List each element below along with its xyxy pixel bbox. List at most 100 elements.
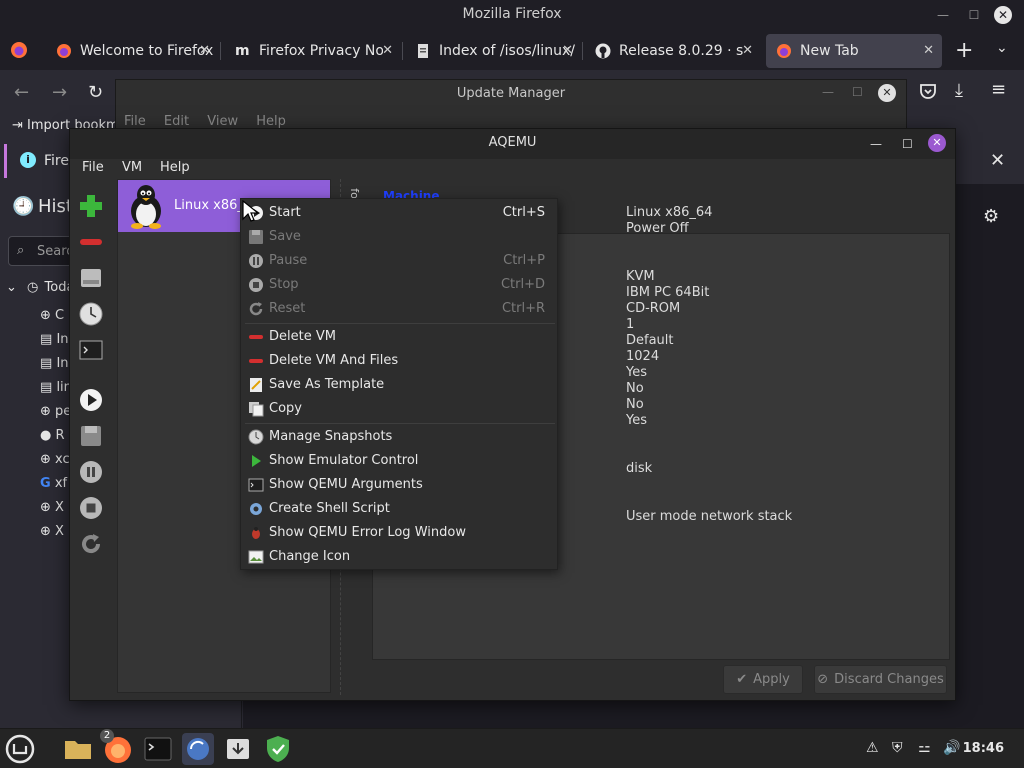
notification-close-icon[interactable]: ✕ xyxy=(990,150,1005,171)
menu-file[interactable]: File xyxy=(124,114,146,129)
history-item[interactable]: ● R xyxy=(40,424,72,448)
history-item[interactable]: G xf xyxy=(40,472,72,496)
close-icon[interactable]: ✕ xyxy=(994,6,1012,24)
menu-item-pause[interactable]: Pause Ctrl+P xyxy=(241,249,559,273)
files-folder-icon[interactable] xyxy=(62,733,94,765)
settings-gear-icon[interactable]: ⚙ xyxy=(983,206,999,227)
menu-item-delete-vm[interactable]: Delete VM xyxy=(241,325,559,349)
close-icon[interactable]: ✕ xyxy=(878,84,896,102)
pause-icon[interactable] xyxy=(78,459,104,485)
menu-item-show-error-log[interactable]: Show QEMU Error Log Window xyxy=(241,521,559,545)
maximize-icon[interactable]: ☐ xyxy=(852,85,863,99)
tab-close-icon[interactable]: ✕ xyxy=(923,43,934,58)
download-manager-icon[interactable] xyxy=(222,733,254,765)
history-item[interactable]: ⊕ X xyxy=(40,520,72,544)
menu-edit[interactable]: Edit xyxy=(164,114,189,129)
menu-item-save-as-template[interactable]: Save As Template xyxy=(241,373,559,397)
menu-file[interactable]: File xyxy=(82,160,104,175)
tab-list-chevron-icon[interactable]: ⌄ xyxy=(996,40,1008,56)
firefox-taskbar-icon[interactable]: 2 xyxy=(100,729,134,765)
discard-changes-button[interactable]: ⊘ Discard Changes xyxy=(814,665,947,694)
close-icon[interactable]: ✕ xyxy=(928,134,946,152)
menu-item-copy[interactable]: Copy xyxy=(241,397,559,421)
mint-menu-icon[interactable] xyxy=(4,733,36,765)
menu-help[interactable]: Help xyxy=(160,160,190,175)
history-item[interactable]: ▤ In xyxy=(40,328,72,352)
maximize-icon[interactable]: ☐ xyxy=(965,6,983,24)
machine-type-value: IBM PC 64Bit xyxy=(626,285,710,300)
maximize-icon[interactable]: ☐ xyxy=(902,130,913,158)
menu-item-manage-snapshots[interactable]: Manage Snapshots xyxy=(241,425,559,449)
history-item[interactable]: ▤ In xyxy=(40,352,72,376)
page-icon: ▤ xyxy=(40,380,53,395)
tab-welcome[interactable]: Welcome to Firefox ✕ xyxy=(46,34,218,68)
globe-icon: ⊕ xyxy=(40,524,51,539)
shield-taskbar-icon[interactable] xyxy=(262,733,294,765)
pocket-icon[interactable] xyxy=(919,82,937,100)
tab-close-icon[interactable]: ✕ xyxy=(742,43,753,58)
firefox-menu-icon[interactable] xyxy=(10,41,28,59)
add-vm-icon[interactable] xyxy=(78,193,104,219)
import-icon: ⇥ xyxy=(12,118,23,133)
option-value: Yes xyxy=(626,413,647,428)
tab-close-icon[interactable]: ✕ xyxy=(562,43,573,58)
save-icon[interactable] xyxy=(78,423,104,449)
history-item[interactable]: ▤ lin xyxy=(40,376,72,400)
tab-index-isos[interactable]: Index of /isos/linux/ ✕ xyxy=(405,34,581,68)
tab-new[interactable]: New Tab ✕ xyxy=(766,34,942,68)
tab-close-icon[interactable]: ✕ xyxy=(382,43,393,58)
menu-item-stop[interactable]: Stop Ctrl+D xyxy=(241,273,559,297)
forward-arrow-icon[interactable]: → xyxy=(52,82,67,103)
reset-icon[interactable] xyxy=(78,531,104,557)
menu-help[interactable]: Help xyxy=(256,114,286,129)
menu-item-create-shell-script[interactable]: Create Shell Script xyxy=(241,497,559,521)
hamburger-menu-icon[interactable]: ≡ xyxy=(991,79,1006,100)
download-icon[interactable]: ⤓ xyxy=(955,80,963,101)
menu-item-change-icon[interactable]: Change Icon xyxy=(241,545,559,569)
clock[interactable]: 18:46 xyxy=(963,741,1004,756)
menu-item-delete-vm-and-files[interactable]: Delete VM And Files xyxy=(241,349,559,373)
history-item[interactable]: ⊕ C xyxy=(40,304,72,328)
template-icon xyxy=(250,378,262,392)
menu-item-show-emulator-control[interactable]: Show Emulator Control xyxy=(241,449,559,473)
aqemu-titlebar: AQEMU — ☐ ✕ xyxy=(70,129,955,159)
history-item[interactable]: ⊕ X xyxy=(40,496,72,520)
volume-tray-icon[interactable]: 🔊 xyxy=(943,740,960,756)
option-value: Yes xyxy=(626,365,647,380)
menu-item-save[interactable]: Save xyxy=(241,225,559,249)
apply-button[interactable]: ✔ Apply xyxy=(723,665,803,694)
update-shield-tray-icon[interactable]: ⛨ xyxy=(892,740,903,756)
update-manager-taskbar-icon[interactable] xyxy=(182,733,214,765)
clock-icon[interactable] xyxy=(78,301,104,327)
tab-release[interactable]: Release 8.0.29 · subl ✕ xyxy=(585,34,761,68)
google-icon: G xyxy=(40,476,51,491)
reset-icon xyxy=(249,302,263,316)
tab-close-icon[interactable]: ✕ xyxy=(199,43,210,58)
menu-vm[interactable]: VM xyxy=(122,160,142,175)
menu-item-show-qemu-arguments[interactable]: Show QEMU Arguments xyxy=(241,473,559,497)
menu-item-reset[interactable]: Reset Ctrl+R xyxy=(241,297,559,321)
minimize-icon[interactable]: — xyxy=(822,85,834,99)
history-item[interactable]: ⊕ xc xyxy=(40,448,72,472)
minimize-icon[interactable]: — xyxy=(870,130,882,158)
firefox-icon xyxy=(777,44,791,58)
stop-icon[interactable] xyxy=(78,495,104,521)
back-arrow-icon[interactable]: ← xyxy=(14,82,29,103)
terminal-icon[interactable] xyxy=(78,337,104,363)
disk-image-icon[interactable] xyxy=(78,265,104,291)
checkmark-icon: ✔ xyxy=(736,672,748,687)
minimize-icon[interactable]: — xyxy=(934,6,952,24)
notification-tray-icon[interactable]: ⚠ xyxy=(866,740,879,756)
mouse-cursor-icon xyxy=(242,200,260,224)
new-tab-plus-icon[interactable]: + xyxy=(955,38,973,63)
menu-item-start[interactable]: Start Ctrl+S xyxy=(241,201,559,225)
menu-view[interactable]: View xyxy=(207,114,238,129)
play-icon[interactable] xyxy=(78,387,104,413)
network-tray-icon[interactable]: ⚍ xyxy=(918,740,931,756)
history-group-today[interactable]: ⌄ ◷ Toda xyxy=(6,280,74,295)
terminal-taskbar-icon[interactable] xyxy=(142,733,174,765)
history-item[interactable]: ⊕ pe xyxy=(40,400,72,424)
reload-icon[interactable]: ↻ xyxy=(88,82,103,103)
delete-vm-icon[interactable] xyxy=(78,229,104,255)
tab-privacy[interactable]: m Firefox Privacy Notice ✕ xyxy=(225,34,401,68)
